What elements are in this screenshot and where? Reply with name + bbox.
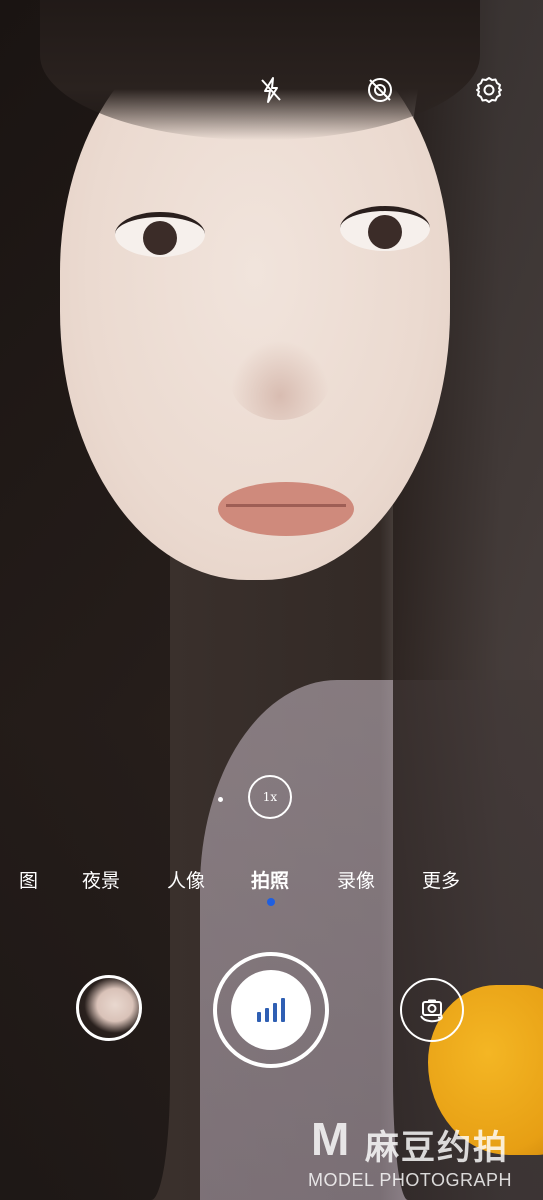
watermark: M 麻豆约拍 MODEL PHOTOGRAPH [305, 1110, 543, 1200]
gallery-thumbnail[interactable] [76, 975, 142, 1041]
mode-item-video[interactable]: 录像 [337, 866, 375, 893]
camera-bottom-bar [0, 950, 543, 1070]
flash-off-button[interactable] [249, 68, 293, 112]
switch-camera-icon [420, 999, 443, 1023]
camera-top-bar [0, 68, 543, 112]
zoom-button[interactable]: 1x [248, 775, 292, 819]
watermark-logo-letter: M [311, 1113, 350, 1165]
mode-item-photo[interactable]: 拍照 [251, 866, 289, 893]
zoom-row: 1x [0, 775, 543, 823]
viewfinder-left-eye [115, 212, 205, 257]
mode-item-portrait[interactable]: 人像 [167, 866, 205, 893]
shutter-button[interactable] [231, 970, 311, 1050]
watermark-chinese-text: 麻豆约拍 [365, 1128, 509, 1168]
settings-gear-icon [476, 77, 502, 103]
mode-item-night[interactable]: 夜景 [82, 866, 120, 893]
zoom-level-dot[interactable] [218, 797, 223, 802]
viewfinder-nose [230, 340, 330, 420]
live-photo-off-button[interactable] [358, 68, 402, 112]
settings-button[interactable] [467, 68, 511, 112]
mode-item-more[interactable]: 更多 [422, 866, 460, 893]
active-mode-indicator [267, 898, 275, 906]
mode-item-partial[interactable]: 图 [19, 866, 38, 893]
switch-camera-button[interactable] [400, 978, 464, 1042]
flash-off-icon [261, 77, 281, 103]
live-photo-off-icon [368, 78, 392, 102]
viewfinder-right-eye [340, 206, 430, 251]
camera-mode-selector: 图 夜景 人像 拍照 录像 更多 [0, 866, 543, 896]
signal-bars-icon [257, 998, 285, 1022]
watermark-english-text: MODEL PHOTOGRAPH [308, 1170, 513, 1190]
viewfinder-mouth [218, 482, 354, 536]
